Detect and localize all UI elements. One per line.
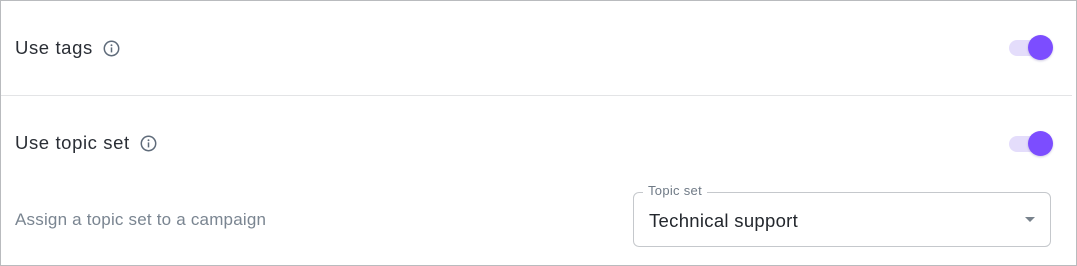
toggle-thumb (1028, 131, 1053, 156)
use-tags-toggle[interactable] (1009, 35, 1053, 61)
dropdown-caret-icon (1025, 217, 1035, 222)
topic-set-select-legend: Topic set (643, 182, 708, 200)
toggle-thumb (1028, 35, 1053, 60)
info-icon[interactable] (103, 40, 120, 57)
info-icon[interactable] (140, 135, 157, 152)
settings-panel: Use tags Use topic set Assign a topic se… (0, 0, 1077, 266)
topic-set-description: Assign a topic set to a campaign (15, 210, 267, 229)
use-topic-set-label-group: Use topic set (15, 131, 157, 155)
use-tags-label: Use tags (15, 37, 93, 58)
divider (1, 95, 1072, 96)
use-topic-set-toggle[interactable] (1009, 131, 1053, 157)
use-tags-label-group: Use tags (15, 36, 120, 60)
use-topic-set-label: Use topic set (15, 132, 130, 153)
topic-set-select[interactable]: Topic set Technical support (633, 182, 1051, 247)
use-tags-row: Use tags (1, 1, 1076, 95)
topic-set-select-value: Technical support (649, 210, 799, 231)
